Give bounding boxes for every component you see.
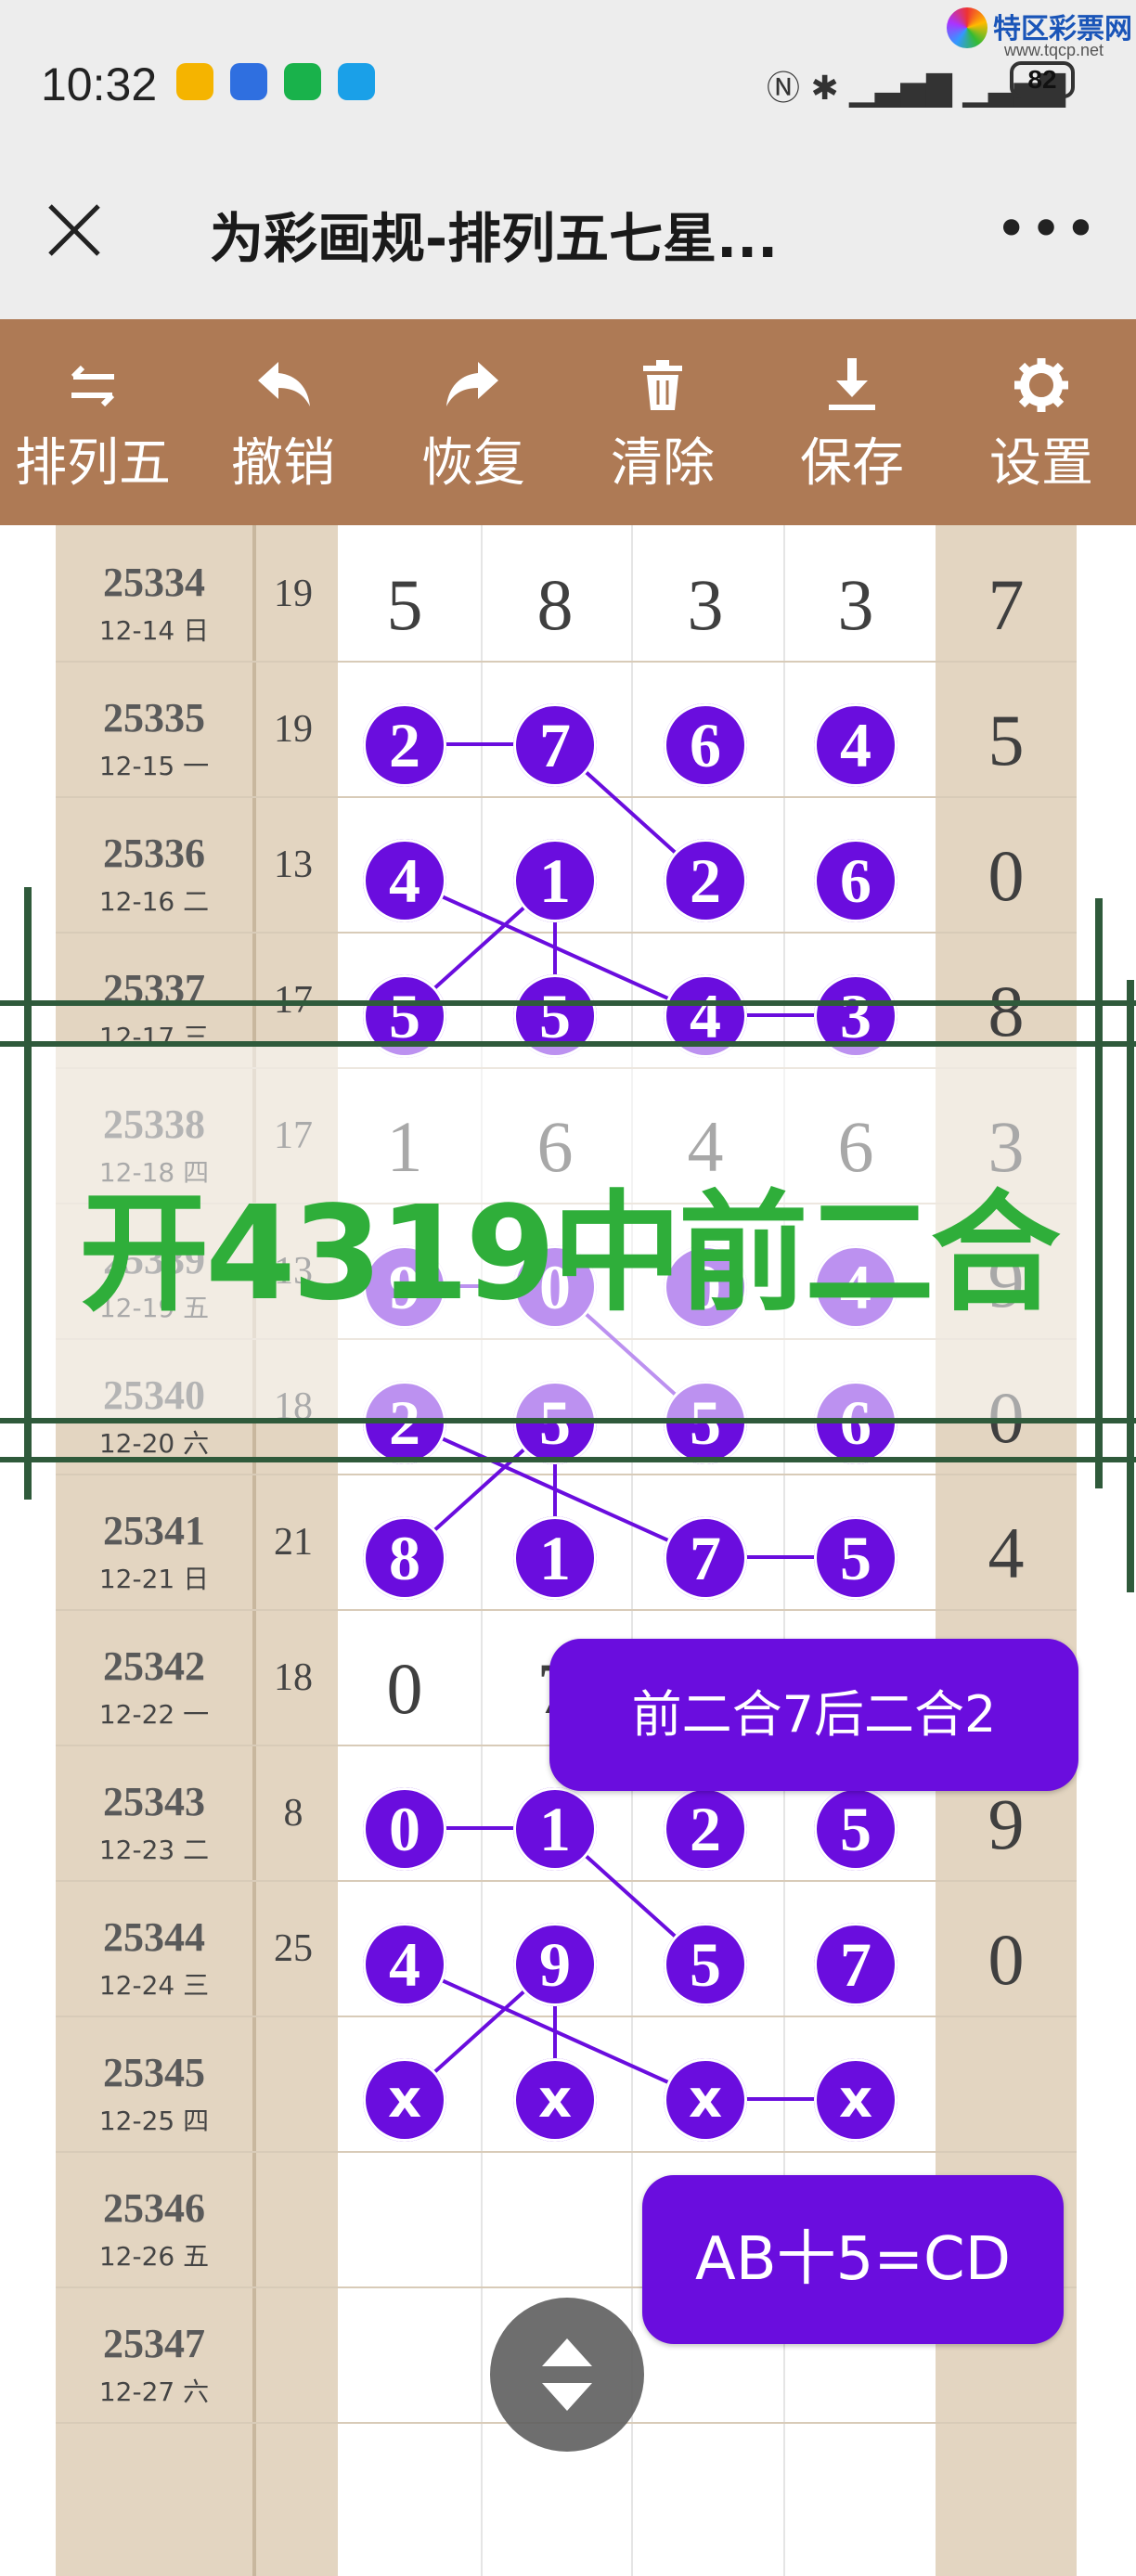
highlighted-digit-ball[interactable]: x (664, 2058, 747, 2142)
period-date: 12-22 一 (98, 1699, 210, 1730)
period-date: 12-16 二 (98, 886, 210, 917)
digit-sum: 25 (274, 1927, 313, 1970)
highlighted-digit-ball[interactable]: 8 (363, 1516, 446, 1600)
highlighted-digit-ball[interactable]: 1 (513, 1516, 597, 1600)
highlighted-digit-ball[interactable]: 2 (664, 1787, 747, 1871)
digit-sum: 21 (274, 1521, 313, 1564)
highlighted-digit-ball[interactable]: x (363, 2058, 446, 2142)
period-number: 25345 (103, 2050, 205, 2095)
highlighted-digit-ball[interactable]: 4 (363, 839, 446, 922)
draw-digit: 5 (386, 564, 423, 645)
digit-sum: 18 (274, 1656, 313, 1699)
highlighted-digit-ball[interactable]: 1 (513, 1787, 597, 1871)
highlighted-digit-ball[interactable]: 6 (664, 703, 747, 787)
period-number: 25342 (103, 1643, 205, 1689)
highlighted-digit-ball[interactable]: 7 (664, 1516, 747, 1600)
draw-digit: 4 (988, 1513, 1025, 1593)
digit-sum: 19 (274, 573, 313, 615)
highlighted-digit-ball[interactable]: 9 (513, 1923, 597, 2006)
highlighted-digit-ball[interactable]: 4 (814, 703, 897, 787)
callout-combination: 前二合7后二合2 (549, 1639, 1078, 1791)
highlighted-digit-ball[interactable]: 7 (814, 1923, 897, 2006)
highlighted-digit-ball[interactable]: 1 (513, 839, 597, 922)
overlay-border (0, 1418, 1136, 1423)
draw-digit: 0 (988, 835, 1025, 916)
period-date: 12-25 四 (98, 2106, 210, 2136)
highlighted-digit-ball[interactable]: 2 (363, 703, 446, 787)
overlay-border (0, 1041, 1136, 1047)
highlighted-digit-ball[interactable]: 7 (513, 703, 597, 787)
period-date: 12-24 三 (98, 1970, 210, 2001)
period-number: 25344 (103, 1914, 205, 1960)
period-date: 12-15 一 (98, 751, 210, 781)
highlighted-digit-ball[interactable]: 6 (814, 839, 897, 922)
period-date: 12-23 二 (98, 1835, 210, 1865)
period-date: 12-26 五 (98, 2241, 210, 2272)
digit-sum: 8 (283, 1792, 303, 1835)
highlighted-digit-ball[interactable]: 2 (664, 839, 747, 922)
period-number: 25346 (103, 2185, 205, 2231)
draw-digit: 0 (988, 1919, 1025, 2000)
period-date: 12-27 六 (98, 2376, 210, 2407)
draw-digit: 3 (837, 564, 874, 645)
draw-digit: 5 (988, 700, 1025, 780)
digit-sum: 13 (274, 844, 313, 886)
overlay-result-text: 开4319中前二合 (79, 1179, 1061, 1330)
draw-digit: 8 (536, 564, 574, 645)
highlighted-digit-ball[interactable]: x (513, 2058, 597, 2142)
period-date: 12-14 日 (98, 615, 210, 646)
period-number: 25341 (103, 1508, 205, 1553)
overlay-border (0, 1000, 1136, 1006)
period-number: 25343 (103, 1779, 205, 1824)
period-number: 25335 (103, 695, 205, 741)
highlighted-digit-ball[interactable]: 0 (363, 1787, 446, 1871)
scroll-toggle-button[interactable] (490, 2298, 644, 2452)
highlighted-digit-ball[interactable]: 5 (814, 1516, 897, 1600)
period-date: 12-21 日 (98, 1564, 210, 1594)
digit-sum: 19 (274, 708, 313, 751)
draw-digit: 9 (988, 1784, 1025, 1864)
callout-formula: AB十5=CD (642, 2175, 1064, 2344)
highlighted-digit-ball[interactable]: 4 (363, 1923, 446, 2006)
up-down-arrows-icon (542, 2338, 592, 2411)
highlighted-digit-ball[interactable]: 5 (814, 1787, 897, 1871)
overlay-border (0, 1457, 1136, 1462)
highlighted-digit-ball[interactable]: x (814, 2058, 897, 2142)
draw-digit: 3 (687, 564, 724, 645)
draw-digit: 0 (386, 1648, 423, 1729)
highlighted-digit-ball[interactable]: 5 (664, 1923, 747, 2006)
period-date: 12-20 六 (98, 1428, 210, 1459)
period-number: 25334 (103, 560, 205, 605)
draw-digit: 7 (988, 564, 1025, 645)
period-number: 25336 (103, 831, 205, 876)
period-number: 25347 (103, 2321, 205, 2366)
